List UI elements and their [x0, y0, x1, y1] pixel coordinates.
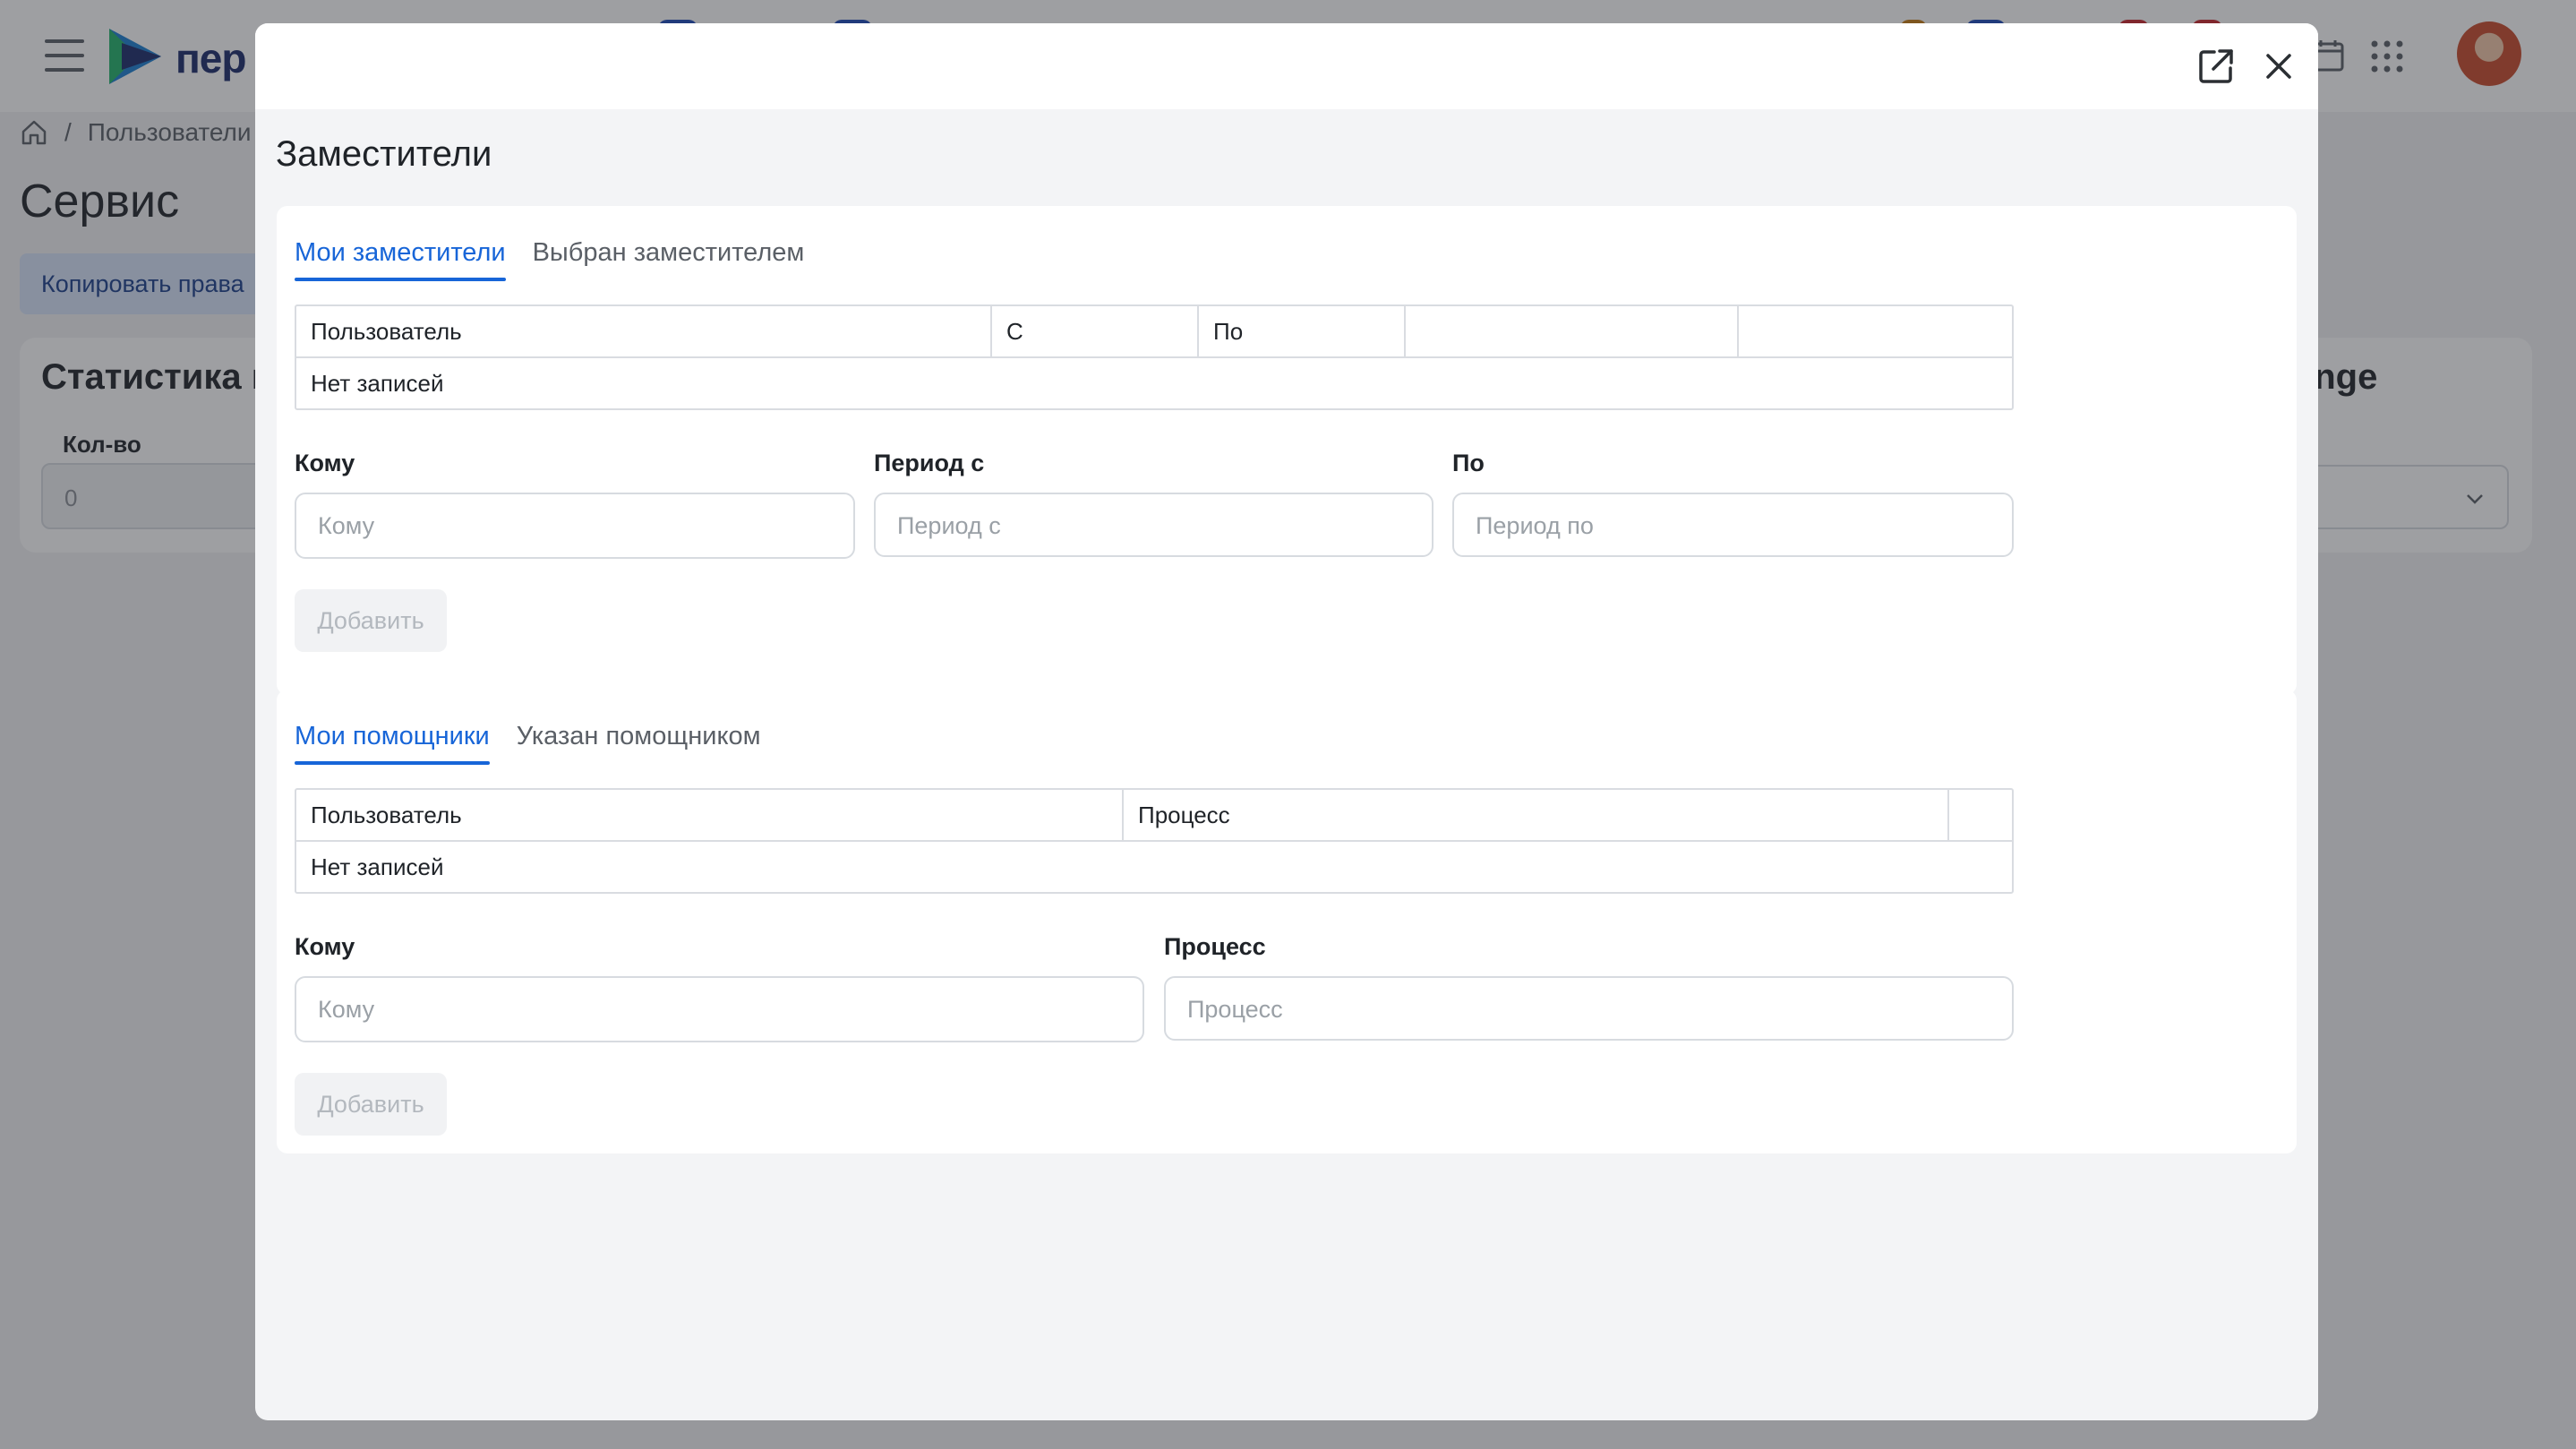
- tab-assigned-as-assistant[interactable]: Указан помощником: [517, 707, 761, 765]
- tab-my-assistants[interactable]: Мои помощники: [295, 707, 490, 765]
- table-header: Пользователь Процесс: [296, 790, 2012, 842]
- process-label: Процесс: [1164, 933, 1266, 960]
- tab-my-deputies[interactable]: Мои заместители: [295, 224, 506, 281]
- column-header-empty: [1949, 790, 2012, 840]
- add-deputy-button[interactable]: Добавить: [295, 589, 447, 652]
- to-label: Кому: [295, 933, 355, 960]
- to-label: Кому: [295, 450, 355, 476]
- column-header-empty: [1739, 306, 2012, 356]
- to-input[interactable]: Кому: [295, 493, 855, 559]
- to-input[interactable]: Кому: [295, 976, 1144, 1042]
- assistants-tabs: Мои помощники Указан помощником: [295, 707, 761, 765]
- table-empty-row: Нет записей: [311, 370, 444, 397]
- table-header: Пользователь С По: [296, 306, 2012, 358]
- modal-header: [255, 23, 2318, 109]
- open-external-icon[interactable]: [2196, 47, 2236, 86]
- add-assistant-button[interactable]: Добавить: [295, 1073, 447, 1136]
- assistants-table: Пользователь Процесс Нет записей: [295, 788, 2014, 894]
- period-to-label: По: [1452, 450, 1485, 476]
- tab-selected-as-deputy[interactable]: Выбран заместителем: [533, 224, 805, 281]
- deputies-table: Пользователь С По Нет записей: [295, 304, 2014, 410]
- deputies-panel: Мои заместители Выбран заместителем Поль…: [277, 206, 2297, 695]
- column-header-user[interactable]: Пользователь: [296, 306, 992, 356]
- period-from-label: Период с: [874, 450, 985, 476]
- column-header-from[interactable]: С: [992, 306, 1199, 356]
- deputies-tabs: Мои заместители Выбран заместителем: [295, 224, 804, 281]
- period-to-input[interactable]: Период по: [1452, 493, 2014, 557]
- deputies-modal: Заместители Мои заместители Выбран замес…: [255, 23, 2318, 1420]
- close-icon[interactable]: [2261, 48, 2297, 84]
- assistants-panel: Мои помощники Указан помощником Пользова…: [277, 690, 2297, 1153]
- period-from-input[interactable]: Период с: [874, 493, 1433, 557]
- column-header-empty: [1406, 306, 1739, 356]
- table-empty-row: Нет записей: [311, 853, 444, 880]
- column-header-process[interactable]: Процесс: [1124, 790, 1949, 840]
- modal-title: Заместители: [276, 134, 492, 174]
- column-header-to[interactable]: По: [1199, 306, 1406, 356]
- column-header-user[interactable]: Пользователь: [296, 790, 1124, 840]
- process-input[interactable]: Процесс: [1164, 976, 2014, 1041]
